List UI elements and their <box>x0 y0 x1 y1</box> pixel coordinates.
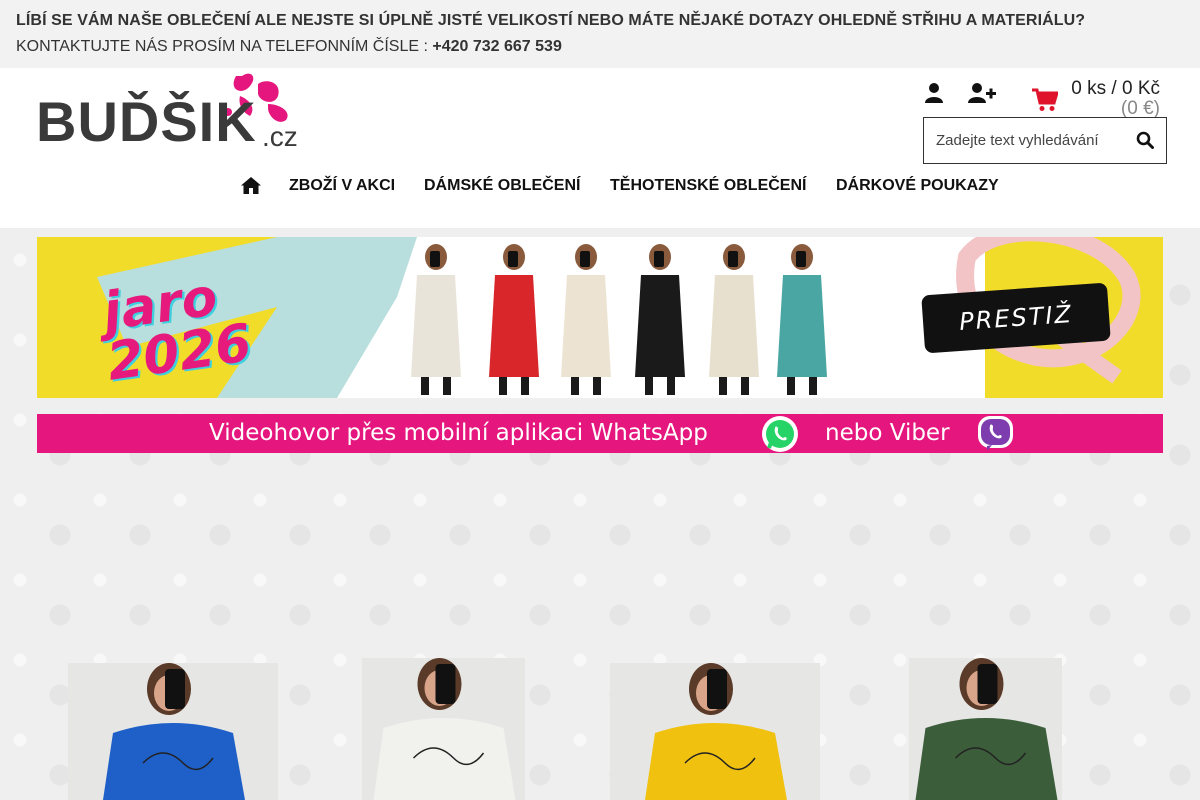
notice-phone[interactable]: +420 732 667 539 <box>432 38 561 55</box>
home-icon[interactable] <box>241 177 261 194</box>
viber-icon <box>977 415 1014 452</box>
notice-contact-prefix: KONTAKTUJTE NÁS PROSÍM NA TELEFONNÍM ČÍS… <box>16 38 433 55</box>
product-card-4[interactable] <box>909 658 1062 800</box>
banner-model-figure <box>549 237 623 398</box>
notice-question: LÍBÍ SE VÁM NAŠE OBLEČENÍ ALE NEJSTE SI … <box>16 12 1086 29</box>
banner-model-figure <box>623 237 697 398</box>
nav-item-maternity-clothing[interactable]: TĚHOTENSKÉ OBLEČENÍ <box>610 177 806 195</box>
site-header: BUĎŠIK .cz 0 ks / 0 Kč (0 €) ZBOŽÍ V AKC… <box>0 68 1200 228</box>
nav-item-sale[interactable]: ZBOŽÍ V AKCI <box>289 177 395 195</box>
product-photo <box>68 663 278 800</box>
user-icon[interactable] <box>924 82 944 104</box>
top-notice: LÍBÍ SE VÁM NAŠE OBLEČENÍ ALE NEJSTE SI … <box>0 0 1200 68</box>
cart-eur-total: (0 €) <box>1120 98 1160 119</box>
banner-model-figure <box>399 237 473 398</box>
nav-item-womens-clothing[interactable]: DÁMSKÉ OBLEČENÍ <box>424 177 580 195</box>
search-icon[interactable] <box>1136 131 1154 149</box>
main-nav: ZBOŽÍ V AKCI DÁMSKÉ OBLEČENÍ TĚHOTENSKÉ … <box>0 173 1200 199</box>
cart-summary[interactable]: 0 ks / 0 Kč (0 €) <box>1064 79 1160 119</box>
video-call-or-text: nebo Viber <box>825 420 950 446</box>
search-input[interactable] <box>924 118 1124 163</box>
promo-banner[interactable]: jaro 2026 PRESTIŽ <box>37 237 1163 398</box>
notice-contact: KONTAKTUJTE NÁS PROSÍM NA TELEFONNÍM ČÍS… <box>16 36 1184 58</box>
product-card-3[interactable] <box>610 663 820 800</box>
video-call-banner[interactable]: Videohovor přes mobilní aplikaci WhatsAp… <box>37 414 1163 453</box>
product-card-1[interactable] <box>68 663 278 800</box>
search-box <box>923 117 1167 164</box>
banner-model-figure <box>477 237 551 398</box>
product-photo <box>610 663 820 800</box>
logo-wordmark: BUĎŠIK <box>36 90 257 153</box>
product-photo <box>362 658 525 800</box>
user-plus-icon[interactable] <box>968 82 996 104</box>
site-logo[interactable]: BUĎŠIK .cz <box>36 72 306 158</box>
product-card-2[interactable] <box>362 658 525 800</box>
banner-model-figure <box>765 237 839 398</box>
shopping-cart-icon[interactable] <box>1032 88 1060 112</box>
whatsapp-icon <box>761 415 799 453</box>
logo-tld: .cz <box>262 121 298 152</box>
video-call-text: Videohovor přes mobilní aplikaci WhatsAp… <box>209 420 708 446</box>
banner-model-figure <box>697 237 771 398</box>
nav-item-gift-vouchers[interactable]: DÁRKOVÉ POUKAZY <box>836 177 999 195</box>
product-photo <box>909 658 1062 800</box>
cart-count: 0 ks / 0 Kč <box>1071 78 1160 99</box>
